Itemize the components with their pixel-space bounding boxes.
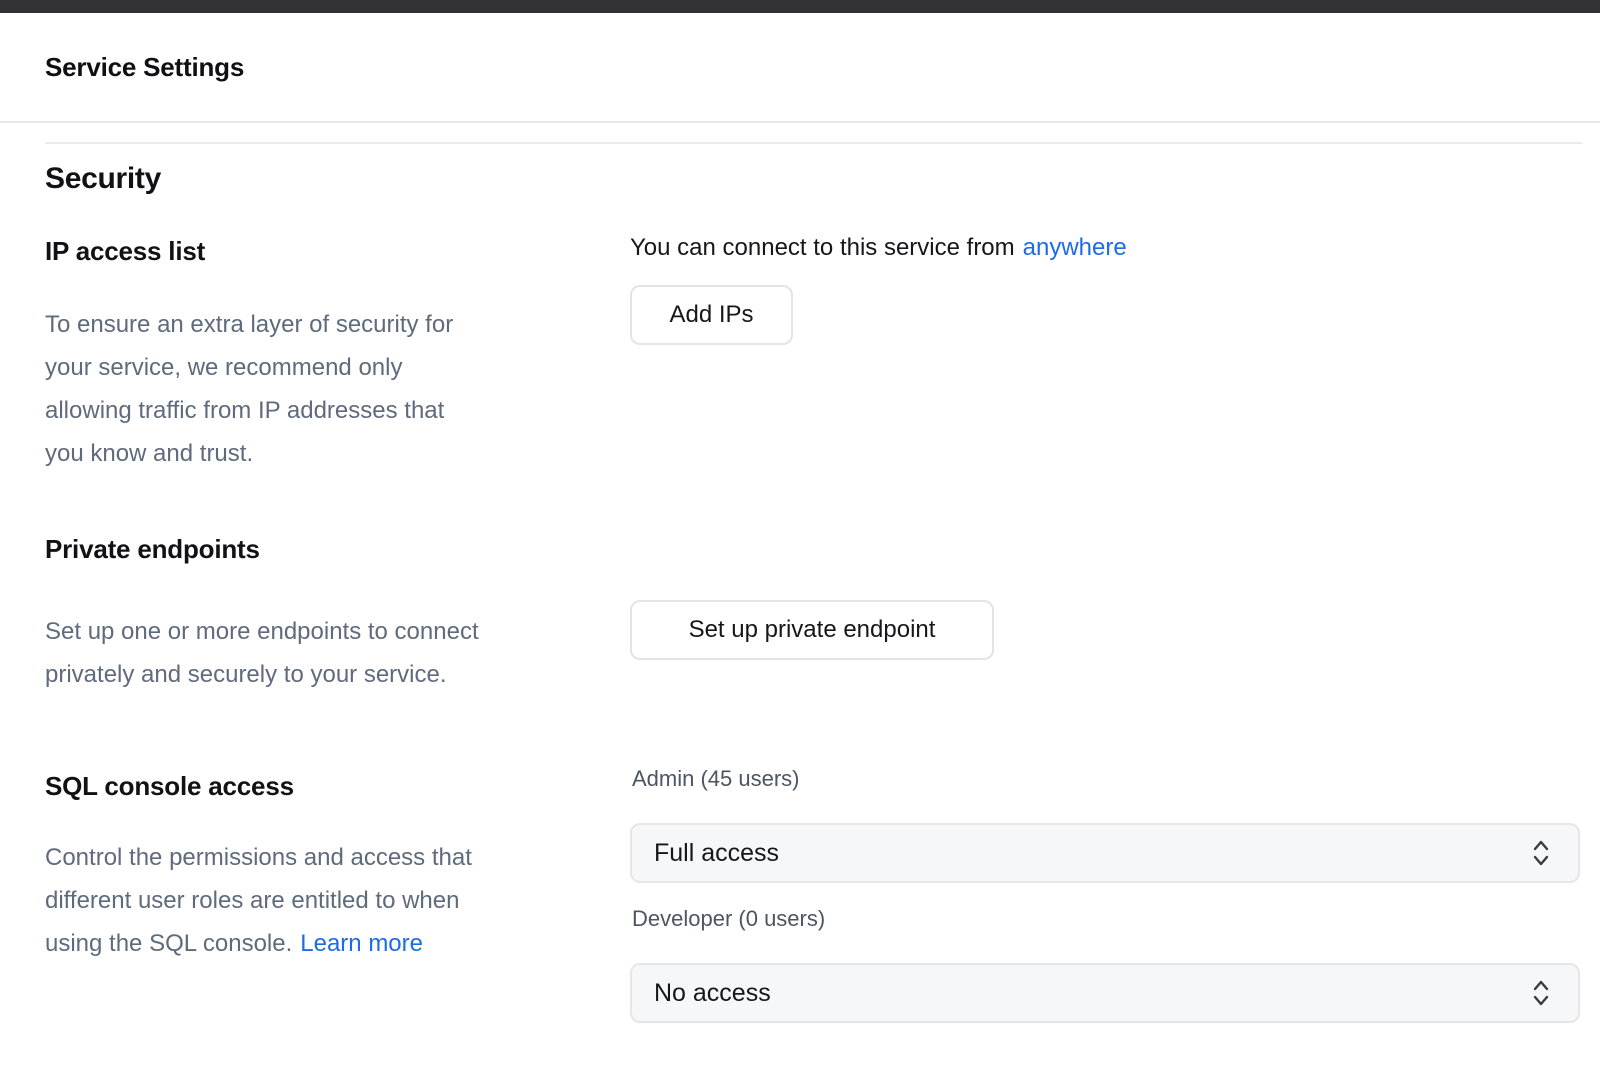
ip-access-list-heading: IP access list <box>45 236 205 267</box>
setup-private-endpoint-button[interactable]: Set up private endpoint <box>630 600 994 660</box>
anywhere-link[interactable]: anywhere <box>1023 234 1127 261</box>
page-title: Service Settings <box>45 52 244 83</box>
private-endpoints-description-text: Set up one or more endpoints to connect … <box>45 618 479 688</box>
chevrons-up-down-icon <box>1530 837 1552 869</box>
learn-more-link[interactable]: Learn more <box>300 930 423 957</box>
sql-console-access-description: Control the permissions and access that … <box>45 836 605 965</box>
admin-access-select[interactable]: Full access <box>630 823 1580 883</box>
connect-from-status: You can connect to this service from anyw… <box>630 234 1127 262</box>
window-top-bar <box>0 0 1600 13</box>
chevrons-up-down-icon <box>1530 977 1552 1009</box>
developer-access-select[interactable]: No access <box>630 963 1580 1023</box>
developer-users-label: Developer (0 users) <box>632 906 825 932</box>
add-ips-button[interactable]: Add IPs <box>630 285 793 345</box>
service-settings-page: Service Settings Security IP access list… <box>0 0 1600 1069</box>
content-divider <box>45 142 1582 144</box>
connect-from-text: You can connect to this service from <box>630 234 1015 261</box>
private-endpoints-description: Set up one or more endpoints to connect … <box>45 610 605 696</box>
security-section-title: Security <box>45 162 161 196</box>
admin-access-selected-value: Full access <box>654 839 779 868</box>
ip-access-list-description-text: To ensure an extra layer of security for… <box>45 311 453 467</box>
sql-console-access-heading: SQL console access <box>45 771 294 802</box>
developer-access-selected-value: No access <box>654 979 771 1008</box>
admin-users-label: Admin (45 users) <box>632 766 800 792</box>
header-divider <box>0 121 1600 123</box>
ip-access-list-description: To ensure an extra layer of security for… <box>45 303 605 475</box>
private-endpoints-heading: Private endpoints <box>45 534 260 565</box>
